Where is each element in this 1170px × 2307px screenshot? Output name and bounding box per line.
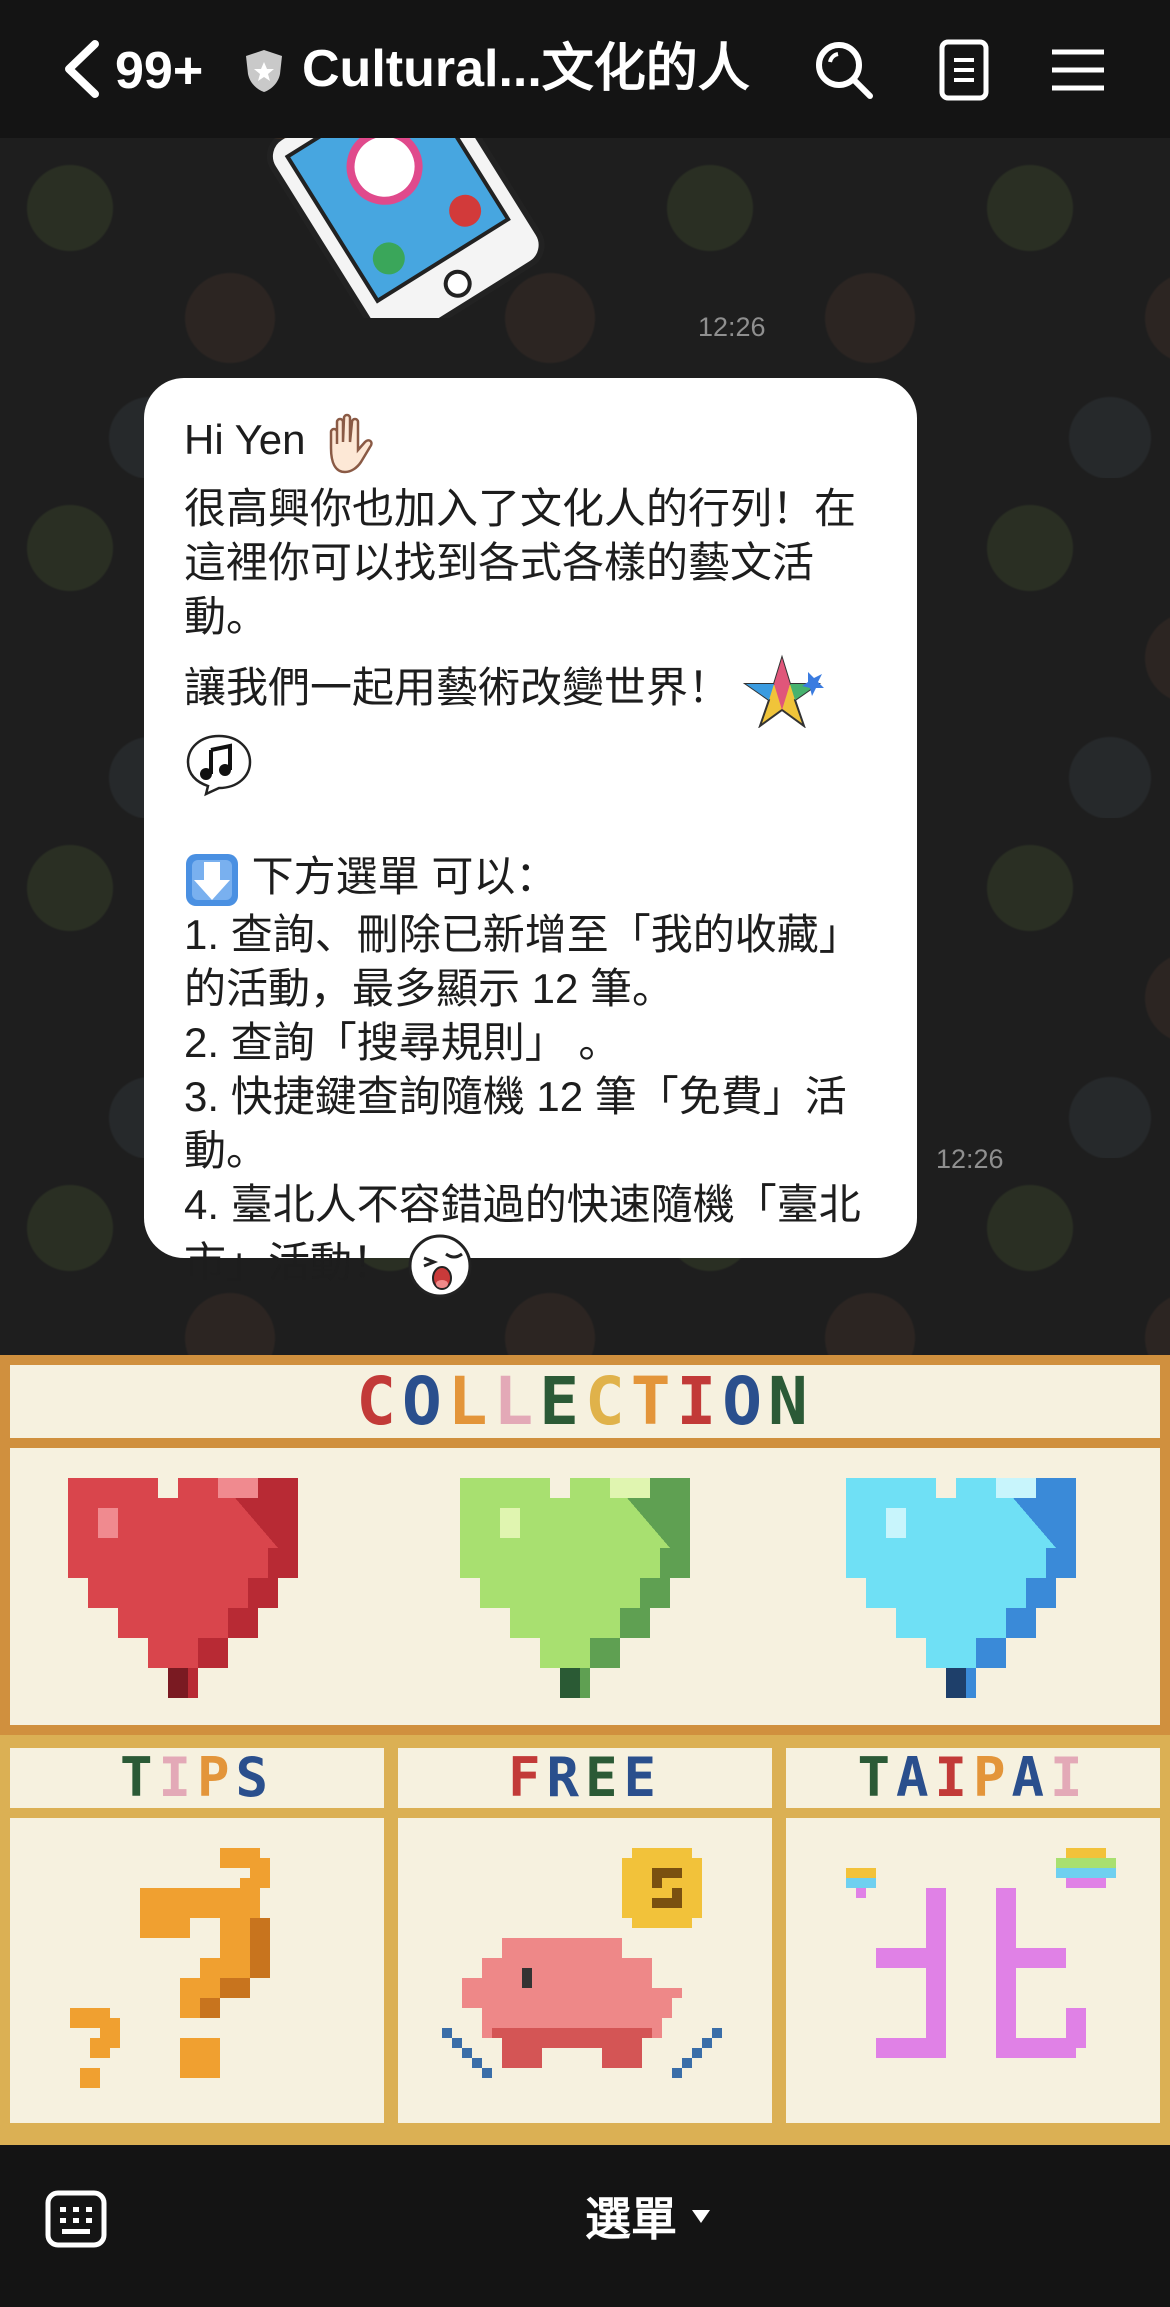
chat-title[interactable]: Cultural...文化的人: [302, 38, 750, 100]
chat-header: 99+ Cultural...文化的人: [0, 0, 1170, 138]
title-letter: E: [585, 1746, 624, 1809]
free-title: FREE: [398, 1748, 772, 1808]
menu-toggle-label[interactable]: 選單: [585, 2189, 677, 2249]
title-letter: O: [722, 1363, 768, 1440]
notes-icon[interactable]: [932, 38, 996, 102]
welcome-text: 很高興你也加入了文化人的行列！在這裡你可以找到各式各樣的藝文活動。: [184, 485, 857, 640]
message-time: 12:26: [936, 1144, 1004, 1174]
title-letter: N: [768, 1363, 814, 1440]
greeting-text: Hi Yen: [184, 416, 306, 464]
bottom-bar: 選單: [0, 2145, 1170, 2307]
message-bubble[interactable]: Hi Yen 很高興你也加入了文化人的行列！在這裡你可以找到各式各樣的藝文活動。…: [144, 378, 917, 1298]
piggy-bank-icon[interactable]: [432, 1838, 732, 2108]
tips-title: TIPS: [10, 1748, 384, 1808]
taipai-title-bar[interactable]: TAIPAI: [786, 1748, 1160, 1808]
collection-title-bar[interactable]: COLLECTION: [10, 1365, 1160, 1438]
chat-area[interactable]: 12:26 Hi Yen 很高興你也加入了文化人的行列！在這裡你可以找到各式各樣…: [0, 138, 1170, 1355]
chevron-left-icon[interactable]: [55, 38, 115, 100]
title-letter: T: [630, 1363, 677, 1440]
tips-title-bar[interactable]: TIPS: [10, 1748, 384, 1808]
tagline-text: 讓我們一起用藝術改變世界！: [184, 664, 731, 712]
blue-heart-icon[interactable]: [836, 1458, 1096, 1698]
green-heart-icon[interactable]: [450, 1458, 710, 1698]
down-arrow-icon: [186, 853, 238, 906]
taipai-title: TAIPAI: [786, 1748, 1160, 1808]
title-letter: S: [235, 1746, 275, 1809]
title-letter: I: [158, 1746, 197, 1809]
title-letter: L: [493, 1363, 540, 1440]
free-title-bar[interactable]: FREE: [398, 1748, 772, 1808]
winking-face-icon: [408, 1234, 472, 1298]
waving-hand-icon: [329, 413, 373, 474]
shield-icon: [246, 50, 282, 92]
free-panel[interactable]: [398, 1818, 772, 2123]
unread-count[interactable]: 99+: [115, 40, 203, 102]
title-letter: L: [447, 1363, 494, 1440]
title-letter: I: [934, 1746, 973, 1809]
title-letter: P: [973, 1746, 1012, 1809]
menu-item-text-2: 2. 查詢「搜尋規則」 。: [184, 1018, 621, 1066]
title-letter: A: [895, 1746, 935, 1809]
title-letter: A: [1011, 1746, 1051, 1809]
title-letter: R: [546, 1746, 585, 1809]
caret-down-icon[interactable]: [690, 2205, 712, 2227]
taipei-character-icon[interactable]: [826, 1838, 1126, 2098]
star-icon: [742, 654, 824, 728]
title-letter: E: [623, 1746, 663, 1809]
title-letter: C: [356, 1363, 402, 1440]
title-letter: I: [676, 1363, 723, 1440]
title-letter: F: [507, 1746, 547, 1809]
title-letter: I: [1050, 1746, 1089, 1809]
title-letter: E: [539, 1363, 585, 1440]
collection-title: COLLECTION: [10, 1367, 1160, 1437]
taipai-panel[interactable]: [786, 1818, 1160, 2123]
search-icon[interactable]: [812, 38, 876, 102]
menu-intro-text: 下方選單 可以：: [251, 853, 558, 900]
title-letter: P: [197, 1746, 236, 1809]
title-letter: C: [585, 1363, 631, 1440]
red-heart-icon[interactable]: [58, 1458, 318, 1698]
collection-panel[interactable]: [10, 1448, 1160, 1725]
keyboard-icon[interactable]: [44, 2187, 108, 2251]
title-letter: T: [119, 1746, 159, 1809]
title-letter: O: [402, 1363, 448, 1440]
menu-item-text-3: 3. 快捷鍵查詢隨機 12 筆「免費」活動。: [184, 1072, 847, 1174]
phone-sticker: [266, 138, 545, 318]
music-note-icon: [186, 734, 252, 797]
rich-menu: COLLECTION TIPS FREE TAIPAI: [0, 1355, 1170, 2145]
question-mark-icon[interactable]: [60, 1838, 350, 2108]
title-letter: T: [857, 1746, 896, 1809]
menu-item-text-1: 1. 查詢、刪除已新增至「我的收藏」的活動，最多顯示 12 筆。: [184, 910, 861, 1012]
hamburger-menu-icon[interactable]: [1046, 38, 1110, 102]
message-time: 12:26: [698, 312, 766, 342]
tips-panel[interactable]: [10, 1818, 384, 2123]
menu-item-text-4: 4. 臺北人不容錯過的快速隨機「臺北市」活動！: [184, 1180, 861, 1286]
